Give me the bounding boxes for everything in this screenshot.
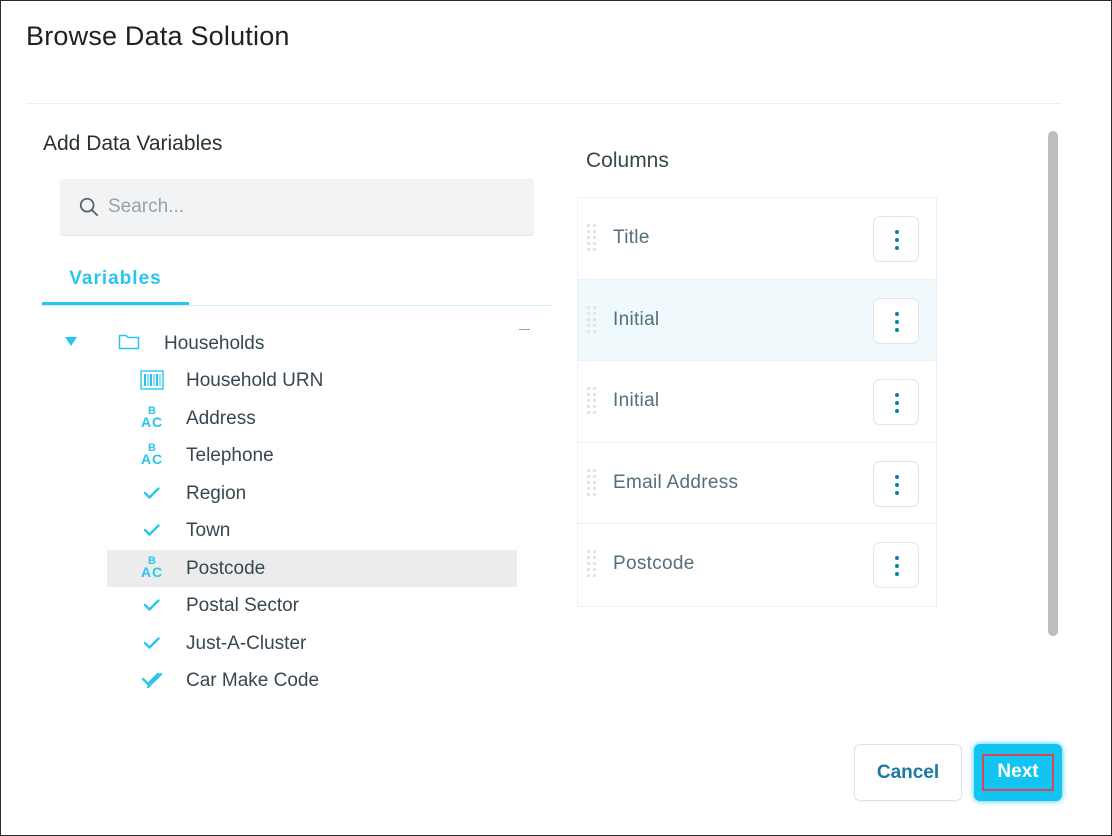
check-icon	[143, 524, 160, 536]
drag-handle-icon[interactable]	[587, 468, 599, 497]
collapse-all-icon[interactable]	[519, 329, 530, 330]
abc-text-icon: ABC	[141, 554, 163, 580]
drag-handle-icon[interactable]	[587, 550, 599, 578]
column-label: Title	[613, 227, 650, 248]
folder-icon	[118, 334, 140, 350]
scrollbar-thumb[interactable]	[1048, 131, 1058, 636]
tree-item-label: Address	[186, 407, 256, 429]
tree-item-label: Postcode	[186, 557, 266, 579]
check-icon	[143, 486, 160, 499]
tree-item-car-make-code[interactable]: Car Make Code	[107, 662, 517, 700]
tree-item-label: Household URN	[186, 370, 324, 391]
tree-item-label: Car Make Code	[186, 670, 320, 691]
check-icon	[143, 599, 160, 611]
tree-item-postal-sector[interactable]: Postal Sector	[107, 587, 517, 625]
folder-label: Households	[164, 333, 265, 354]
tree-item-label: Just-A-Cluster	[186, 632, 307, 654]
column-row[interactable]: Initial	[578, 361, 936, 443]
header-divider	[26, 103, 1061, 104]
search-icon	[79, 197, 99, 217]
tree-item-postcode[interactable]: ABC Postcode	[107, 549, 517, 587]
tree-item-town[interactable]: Town	[107, 512, 517, 550]
search-input[interactable]	[108, 179, 518, 235]
drag-handle-icon[interactable]	[587, 305, 599, 334]
barcode-icon	[140, 370, 164, 390]
abc-text-icon: ABC	[141, 442, 163, 467]
column-row[interactable]: Initial	[578, 279, 936, 361]
tree-item-label: Town	[186, 520, 231, 541]
next-button-label: Next	[997, 761, 1039, 782]
variables-tree: Household URN ABC Address ABC Telephone …	[107, 362, 517, 700]
drag-handle-icon[interactable]	[587, 387, 599, 415]
tree-item-address[interactable]: ABC Address	[107, 400, 517, 438]
tree-folder-households[interactable]: Households	[61, 327, 501, 359]
tree-item-label: Region	[186, 482, 247, 504]
column-label: Postcode	[613, 553, 695, 574]
column-label: Initial	[613, 308, 660, 330]
drag-handle-icon[interactable]	[587, 224, 599, 252]
browse-data-dialog: Browse Data Solution Add Data Variables …	[0, 0, 1112, 836]
dialog-title: Browse Data Solution	[26, 21, 290, 51]
add-data-variables-heading: Add Data Variables	[43, 132, 223, 155]
column-row[interactable]: Email Address	[578, 442, 936, 524]
column-label: Initial	[613, 390, 660, 411]
search-box[interactable]	[60, 179, 534, 236]
column-menu-button[interactable]	[873, 460, 919, 507]
next-button[interactable]: Next	[974, 744, 1062, 801]
columns-list: Title Initial Initial Email Address Post…	[577, 197, 937, 607]
caret-down-icon[interactable]	[65, 337, 77, 346]
column-menu-button[interactable]	[873, 216, 919, 262]
column-row[interactable]: Title	[578, 198, 936, 280]
tabs-divider	[42, 305, 551, 306]
column-menu-button[interactable]	[873, 379, 919, 425]
double-check-icon	[141, 672, 163, 689]
columns-heading: Columns	[586, 149, 669, 172]
column-row[interactable]: Postcode	[578, 524, 936, 606]
column-menu-button[interactable]	[873, 297, 919, 344]
tree-item-label: Postal Sector	[186, 595, 299, 616]
abc-text-icon: ABC	[141, 404, 163, 430]
cancel-button[interactable]: Cancel	[854, 744, 962, 801]
tree-item-household-urn[interactable]: Household URN	[107, 362, 517, 400]
tree-item-just-a-cluster[interactable]: Just-A-Cluster	[107, 625, 517, 663]
tree-item-label: Telephone	[186, 445, 274, 466]
tree-item-region[interactable]: Region	[107, 475, 517, 513]
check-icon	[143, 636, 160, 649]
tab-variables[interactable]: Variables	[42, 263, 189, 305]
column-label: Email Address	[613, 471, 739, 493]
tree-item-telephone[interactable]: ABC Telephone	[107, 437, 517, 475]
column-menu-button[interactable]	[873, 542, 919, 588]
